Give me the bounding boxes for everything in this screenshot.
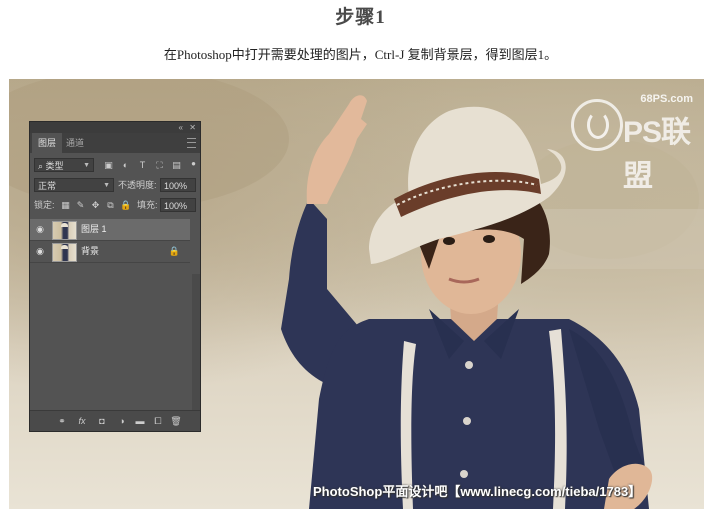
lock-paint-icon[interactable]: ✎ bbox=[75, 200, 86, 211]
layer-name: 图层 1 bbox=[81, 224, 107, 234]
lock-all-icon[interactable]: 🔒 bbox=[120, 200, 131, 211]
watermark-site: 68PS.com bbox=[640, 93, 693, 105]
layer-name: 背景 bbox=[81, 246, 100, 256]
shape-filter-icon[interactable]: ⛶ bbox=[154, 160, 165, 171]
filter-type-label: 类型 bbox=[45, 161, 64, 171]
watermark-brand: PS联盟 bbox=[623, 116, 691, 193]
panel-tabs: 图层 通道 bbox=[30, 133, 200, 153]
lock-transparent-icon[interactable]: ▦ bbox=[60, 200, 71, 211]
filter-row: ⌕ 类型 ▼ ▣ ◐ T ⛶ ▤ ● bbox=[30, 158, 200, 174]
new-layer-icon[interactable]: ⧠ bbox=[152, 415, 164, 427]
lock-position-icon[interactable]: ✥ bbox=[90, 200, 101, 211]
layer-row-background[interactable]: ◉ 背景 🔒 bbox=[30, 241, 190, 263]
collapse-icon[interactable]: « bbox=[179, 122, 183, 133]
chevron-down-icon: ▼ bbox=[103, 182, 110, 189]
text-filter-icon[interactable]: T bbox=[137, 160, 148, 171]
blend-row: 正常 ▼ 不透明度: 100% bbox=[30, 178, 200, 194]
fx-icon[interactable]: fx bbox=[76, 415, 88, 427]
close-icon[interactable]: ✕ bbox=[189, 122, 196, 133]
tab-layers[interactable]: 图层 bbox=[32, 133, 63, 153]
adjustment-layer-icon[interactable]: ◑ bbox=[116, 415, 128, 427]
opacity-label: 不透明度: bbox=[118, 180, 157, 190]
opacity-value: 100% bbox=[164, 181, 188, 191]
bottom-watermark: PhotoShop平面设计吧【www.linecg.com/tieba/1783… bbox=[313, 484, 642, 499]
lock-row: 锁定: ▦ ✎ ✥ ⧉ 🔒 填充: 100% bbox=[30, 198, 200, 214]
blend-mode-dropdown[interactable]: 正常 ▼ bbox=[34, 178, 114, 192]
step-title: 步骤1 bbox=[335, 7, 386, 28]
panel-bottom-toolbar: ⚭ fx ◘ ◑ ▬ ⧠ 🗑 bbox=[30, 410, 200, 431]
eye-icon[interactable]: ◉ bbox=[35, 224, 45, 234]
tab-channels[interactable]: 通道 bbox=[60, 133, 90, 153]
fill-value: 100% bbox=[164, 201, 188, 211]
layers-scrollbar[interactable] bbox=[192, 274, 200, 414]
panel-titlebar: « ✕ bbox=[30, 122, 200, 133]
filter-toggle-icon[interactable]: ● bbox=[188, 158, 199, 169]
fill-field[interactable]: 100% bbox=[160, 198, 196, 212]
blend-mode-value: 正常 bbox=[38, 181, 57, 191]
layers-panel: « ✕ 图层 通道 ⌕ 类型 ▼ ▣ ◐ T ⛶ ▤ ● 正常 ▼ 不透明度: … bbox=[29, 121, 201, 432]
panel-menu-icon[interactable] bbox=[187, 138, 196, 148]
lock-icon: 🔒 bbox=[168, 246, 180, 256]
add-mask-icon[interactable]: ◘ bbox=[96, 415, 108, 427]
ps-union-logo: 68PS.com PS联盟 bbox=[571, 93, 701, 193]
trash-icon[interactable]: 🗑 bbox=[170, 415, 182, 427]
link-layers-icon[interactable]: ⚭ bbox=[56, 415, 68, 427]
layer-thumbnail bbox=[52, 221, 77, 240]
opacity-field[interactable]: 100% bbox=[160, 178, 196, 192]
smart-object-filter-icon[interactable]: ▤ bbox=[171, 160, 182, 171]
ps-logo-icon bbox=[571, 99, 623, 151]
layer-row-layer1[interactable]: ◉ 图层 1 bbox=[30, 219, 190, 241]
eye-icon[interactable]: ◉ bbox=[35, 246, 45, 256]
instruction-text: 在Photoshop中打开需要处理的图片，Ctrl-J 复制背景层，得到图层1。 bbox=[163, 47, 558, 62]
lock-artboard-icon[interactable]: ⧉ bbox=[105, 200, 116, 211]
adjustment-filter-icon[interactable]: ◐ bbox=[120, 160, 131, 171]
group-folder-icon[interactable]: ▬ bbox=[134, 415, 146, 427]
chevron-down-icon: ▼ bbox=[83, 162, 90, 169]
layer-thumbnail bbox=[52, 243, 77, 262]
pixel-filter-icon[interactable]: ▣ bbox=[103, 160, 114, 171]
fill-label: 填充: bbox=[137, 200, 158, 210]
filter-type-dropdown[interactable]: ⌕ 类型 ▼ bbox=[34, 158, 94, 172]
search-icon: ⌕ bbox=[38, 161, 46, 171]
lock-label: 锁定: bbox=[34, 200, 55, 210]
